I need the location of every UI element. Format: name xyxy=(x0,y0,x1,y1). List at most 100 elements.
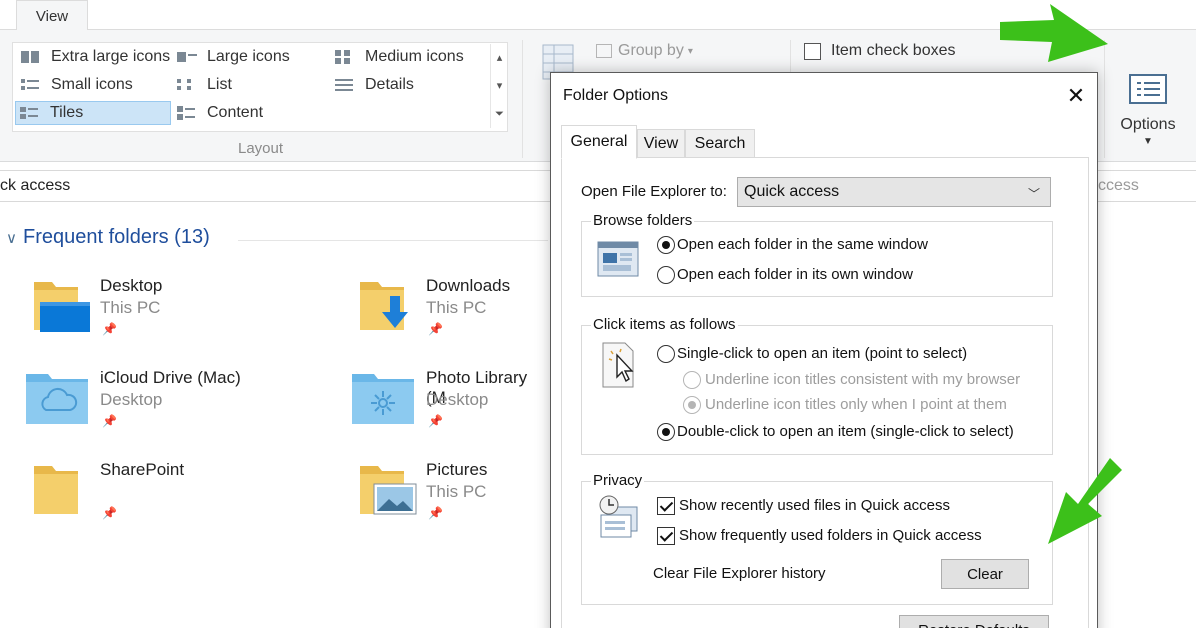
open-explorer-label: Open File Explorer to: xyxy=(581,183,727,200)
underline-consistent-label: Underline icon titles consistent with my… xyxy=(705,371,1021,388)
single-click-radio[interactable] xyxy=(657,345,675,363)
group-separator xyxy=(522,40,523,158)
layout-content[interactable]: Content xyxy=(173,101,323,125)
search-box-placeholder[interactable]: ccess xyxy=(1098,177,1139,195)
layout-gallery-scroll[interactable]: ▴ ▾ ⏷ xyxy=(490,44,508,128)
layout-medium-icons[interactable]: Medium icons xyxy=(331,45,491,69)
layout-tiles[interactable]: Tiles xyxy=(15,101,171,125)
desktop-folder-icon xyxy=(34,282,90,332)
layout-item-label: Details xyxy=(365,76,414,93)
options-button[interactable]: Options ▼ xyxy=(1112,68,1184,180)
folder-name: iCloud Drive (Mac) xyxy=(100,368,241,387)
layout-large-icons[interactable]: Large icons xyxy=(173,45,323,69)
group-by-label: Group by xyxy=(618,42,684,59)
browse-same-window-label[interactable]: Open each folder in the same window xyxy=(677,236,928,253)
details-icon xyxy=(335,77,357,93)
layout-item-label: Tiles xyxy=(50,104,84,121)
privacy-icon xyxy=(599,495,638,538)
privacy-title: Privacy xyxy=(591,472,645,489)
tab-view[interactable]: View xyxy=(637,129,685,158)
frequent-folders-label[interactable]: Show frequently used folders in Quick ac… xyxy=(679,527,982,544)
pin-icon[interactable]: 📌 xyxy=(428,322,443,336)
photo-library-folder-icon xyxy=(352,374,414,424)
small-icons-icon xyxy=(21,77,43,93)
layout-item-label: Medium icons xyxy=(365,48,464,65)
layout-item-label: Small icons xyxy=(51,76,133,93)
item-check-boxes-option[interactable]: Item check boxes xyxy=(804,42,956,60)
folder-location: This PC xyxy=(426,482,487,501)
layout-item-label: Extra large icons xyxy=(51,48,171,65)
recent-files-checkbox[interactable] xyxy=(657,497,675,515)
pictures-folder-icon xyxy=(360,466,417,515)
close-icon[interactable]: ✕ xyxy=(1063,83,1089,109)
frequent-folders-title: Frequent folders (13) xyxy=(22,226,210,248)
content-icon xyxy=(177,105,199,121)
folder-tile-desktop[interactable]: Desktop This PC 📌 xyxy=(26,276,326,356)
browse-same-window-radio[interactable] xyxy=(657,236,675,254)
layout-extra-large-icons[interactable]: Extra large icons xyxy=(17,45,175,69)
browse-folders-title: Browse folders xyxy=(591,212,695,229)
browse-own-window-label[interactable]: Open each folder in its own window xyxy=(677,266,913,283)
item-check-boxes-checkbox[interactable] xyxy=(804,42,821,60)
scroll-down-icon[interactable]: ▾ xyxy=(491,72,508,100)
underline-consistent-radio[interactable] xyxy=(683,371,701,389)
tab-general[interactable]: General xyxy=(561,125,637,159)
pin-icon[interactable]: 📌 xyxy=(428,506,443,520)
pin-icon[interactable]: 📌 xyxy=(102,322,117,336)
frequent-folders-header[interactable]: ∨ Frequent folders (13) xyxy=(6,226,210,249)
folder-name: Desktop xyxy=(100,276,163,295)
double-click-label[interactable]: Double-click to open an item (single-cli… xyxy=(677,423,1014,440)
folder-name: Downloads xyxy=(426,276,511,295)
open-explorer-value: Quick access xyxy=(744,183,840,200)
tab-search[interactable]: Search xyxy=(685,129,755,158)
folder-tile-sharepoint[interactable]: SharePoint 📌 xyxy=(26,460,326,540)
options-label: Options xyxy=(1120,116,1176,133)
extra-large-icons-icon xyxy=(21,49,43,65)
tiles-icon xyxy=(20,105,42,121)
item-check-boxes-label: Item check boxes xyxy=(831,42,956,59)
single-click-label[interactable]: Single-click to open an item (point to s… xyxy=(677,345,967,362)
pin-icon[interactable]: 📌 xyxy=(102,414,117,428)
section-divider xyxy=(238,240,548,241)
options-icon xyxy=(1129,74,1167,104)
folder-tile-icloud-drive[interactable]: iCloud Drive (Mac) Desktop 📌 xyxy=(26,368,326,448)
layout-item-label: List xyxy=(207,76,232,93)
restore-defaults-button[interactable]: Restore Defaults xyxy=(899,615,1049,628)
chevron-down-icon: ﹀ xyxy=(1027,187,1040,201)
pin-icon[interactable]: 📌 xyxy=(428,414,443,428)
click-items-icon xyxy=(602,342,634,388)
clear-history-button[interactable]: Clear xyxy=(941,559,1029,589)
layout-item-label: Large icons xyxy=(207,48,290,65)
list-icon xyxy=(177,77,199,93)
folder-options-dialog: Folder Options ✕ General View Search Ope… xyxy=(550,72,1098,628)
address-path[interactable]: ck access xyxy=(0,177,70,195)
scroll-up-icon[interactable]: ▴ xyxy=(491,44,508,72)
large-icons-icon xyxy=(177,49,199,65)
frequent-folders-checkbox[interactable] xyxy=(657,527,675,545)
group-by-button[interactable]: Group by ▾ xyxy=(596,42,693,60)
layout-item-label: Content xyxy=(207,104,264,121)
double-click-radio[interactable] xyxy=(657,423,675,441)
folder-name: SharePoint xyxy=(100,460,185,479)
folder-location: This PC xyxy=(426,298,487,317)
layout-list[interactable]: List xyxy=(173,73,323,97)
open-explorer-dropdown[interactable]: Quick access ﹀ xyxy=(737,177,1051,207)
pin-icon[interactable]: 📌 xyxy=(102,506,117,520)
folder-location: Desktop xyxy=(426,390,489,409)
folder-tile-photo-library[interactable]: Photo Library (M Desktop 📌 xyxy=(352,368,548,448)
gallery-expand-icon[interactable]: ⏷ xyxy=(491,100,508,128)
tab-view[interactable]: View xyxy=(16,0,88,31)
layout-small-icons[interactable]: Small icons xyxy=(17,73,167,97)
medium-icons-icon xyxy=(335,49,357,65)
chevron-down-icon: ∨ xyxy=(6,229,17,247)
underline-point-radio[interactable] xyxy=(683,396,701,414)
folder-location: This PC xyxy=(100,298,161,317)
layout-group-label: Layout xyxy=(238,140,284,157)
browse-own-window-radio[interactable] xyxy=(657,266,675,284)
chevron-down-icon: ▼ xyxy=(1143,136,1153,147)
annotation-arrow-privacy xyxy=(1048,458,1122,544)
downloads-folder-icon xyxy=(360,282,408,330)
recent-files-label[interactable]: Show recently used files in Quick access xyxy=(679,497,950,514)
browse-folders-group xyxy=(581,221,1053,297)
layout-details[interactable]: Details xyxy=(331,73,481,97)
